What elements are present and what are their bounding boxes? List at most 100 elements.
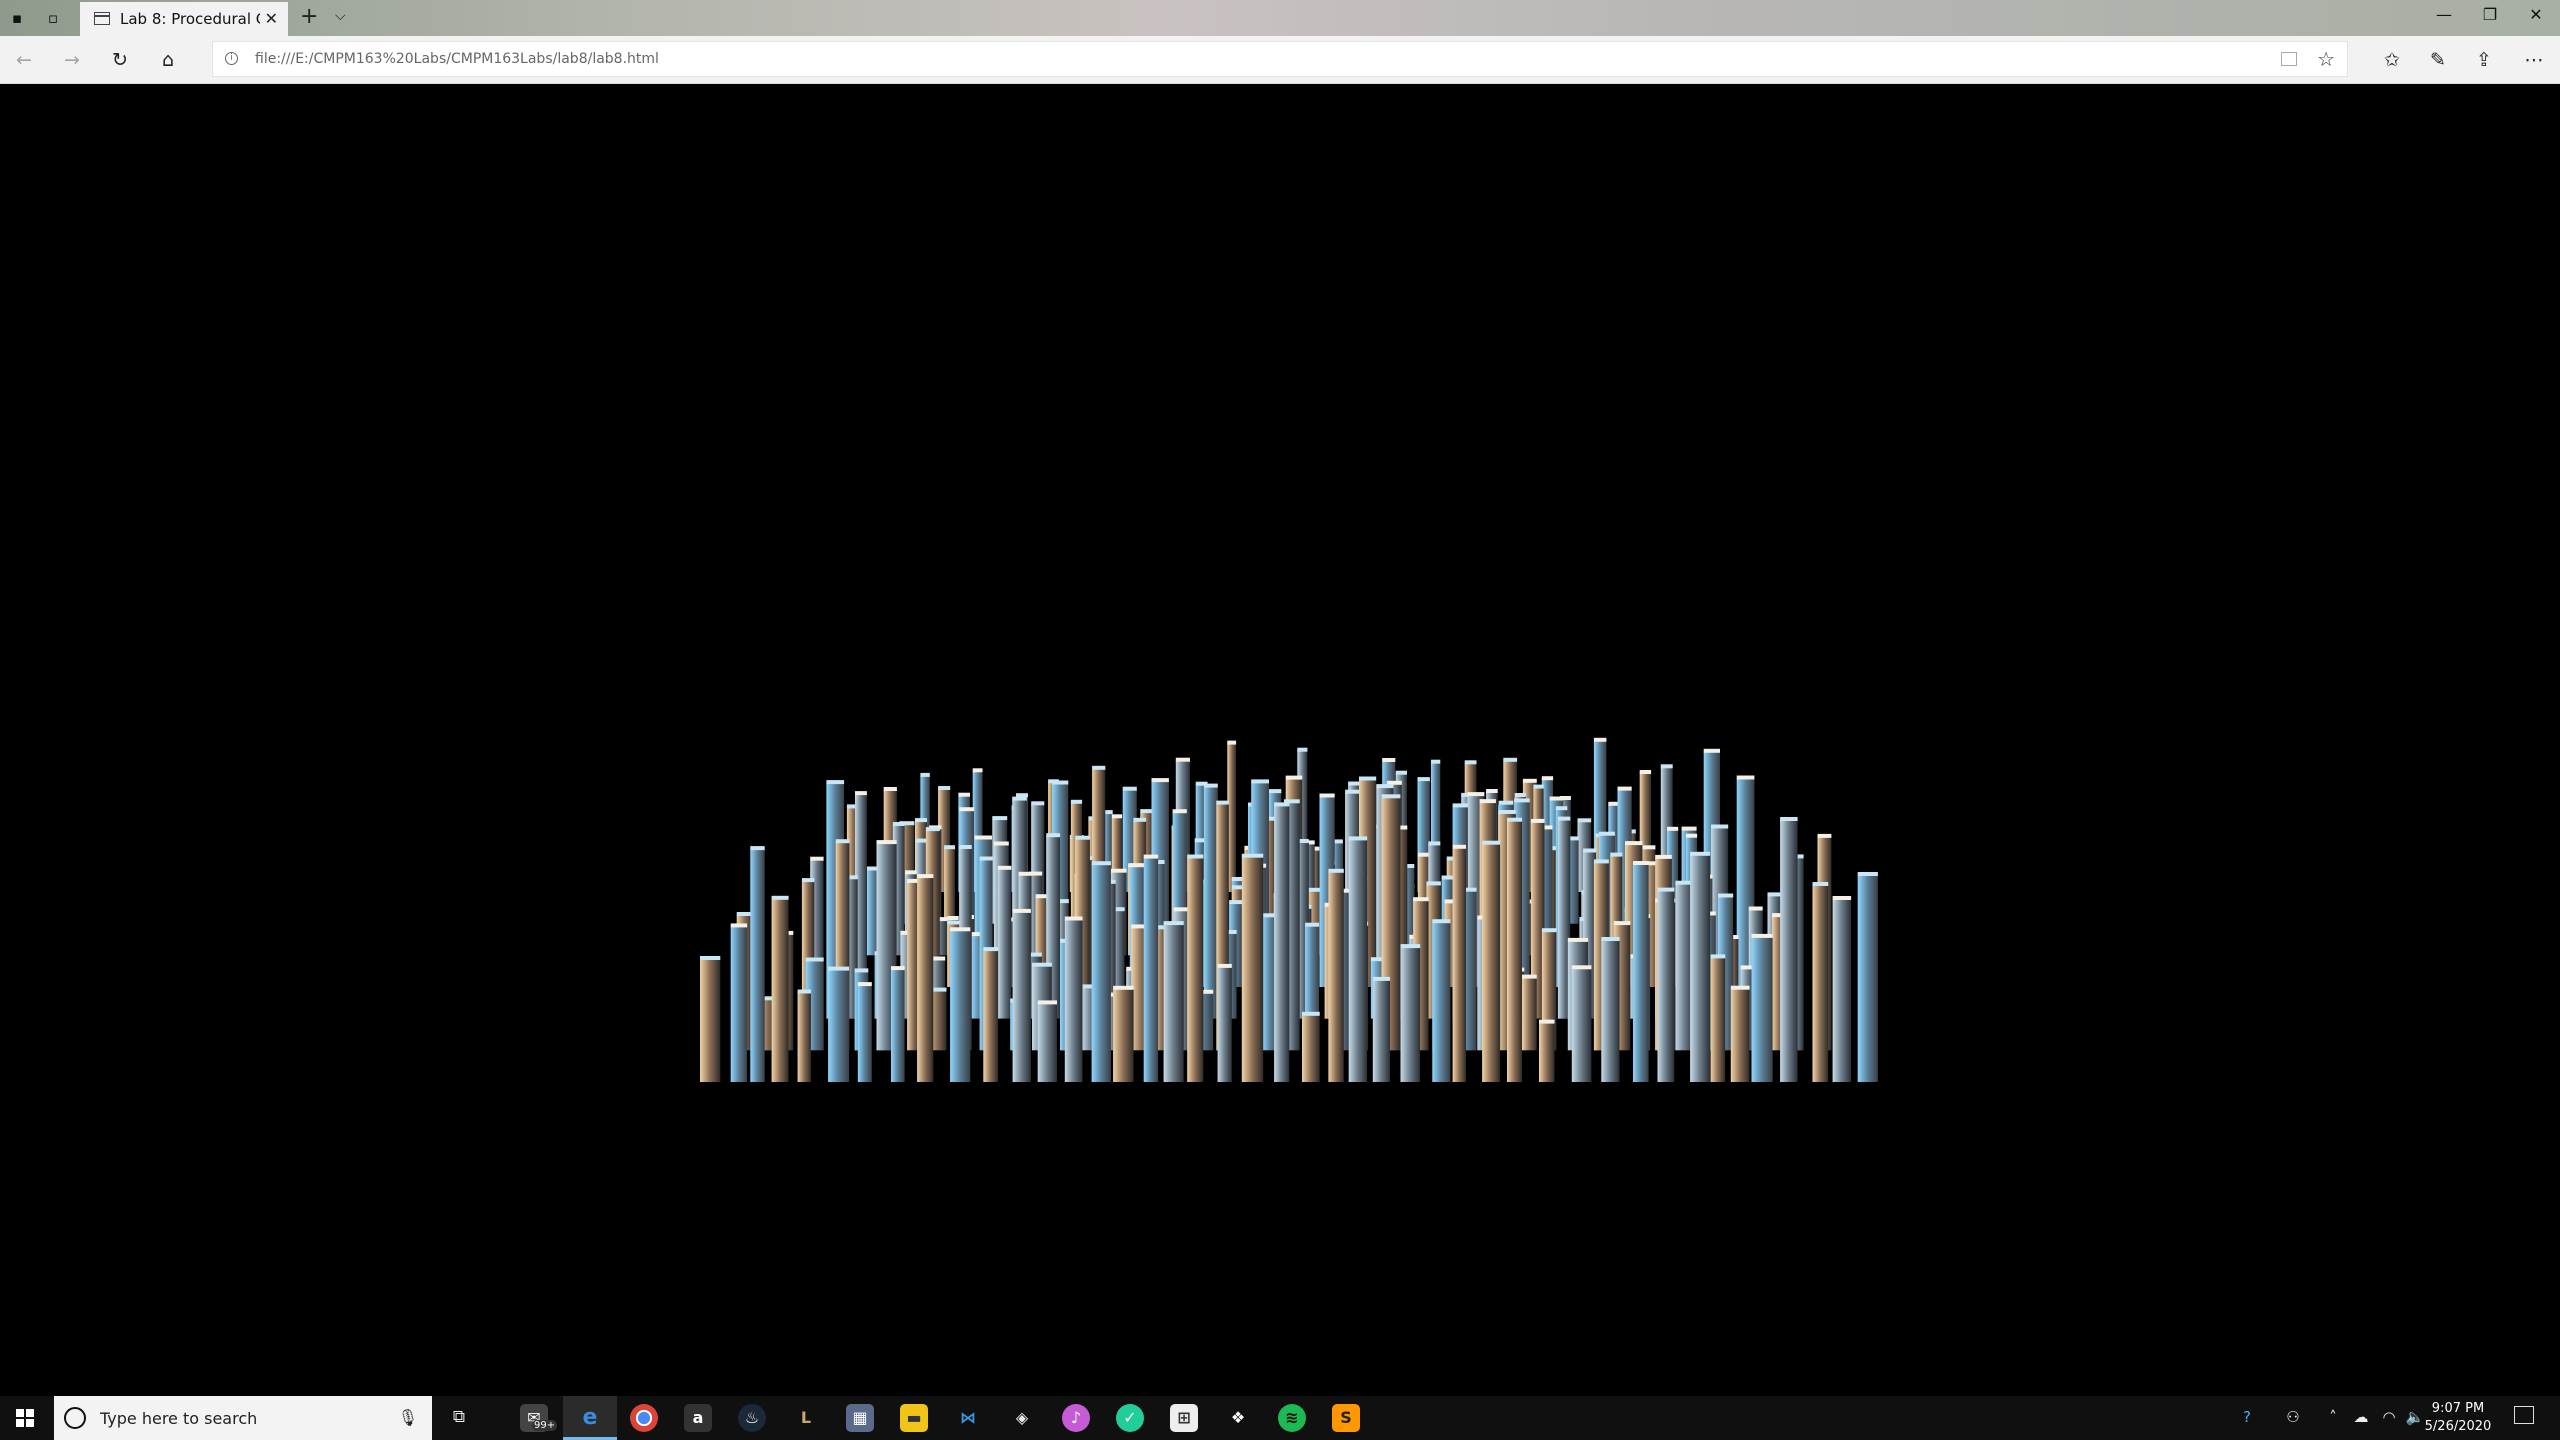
city-building (730, 926, 748, 1082)
address-bar[interactable]: i file:///E:/CMPM163%20Labs/CMPM163Labs/… (212, 41, 2348, 77)
city-building-roof (1251, 779, 1269, 784)
city-building-roof (1297, 747, 1308, 752)
close-window-icon[interactable]: ✕ (2526, 5, 2546, 24)
city-building-roof (1113, 985, 1134, 990)
city-building (1507, 820, 1522, 1082)
pen-icon[interactable]: ✎ (2424, 46, 2452, 74)
task-view-icon[interactable]: ⧉ (448, 1407, 470, 1427)
city-building-roof (1555, 806, 1568, 811)
city-building-roof (1012, 796, 1027, 801)
microphone-icon[interactable]: 🎙 (398, 1408, 418, 1427)
webgl-canvas[interactable] (0, 84, 2560, 1396)
share-icon[interactable]: ⇪ (2470, 46, 2498, 74)
city-building-roof (959, 845, 972, 849)
restore-icon[interactable]: ❐ (2480, 5, 2500, 24)
city-building-roof (1110, 868, 1127, 873)
steam-icon[interactable]: ♨ (738, 1404, 766, 1432)
people-icon[interactable]: ⚇ (2282, 1408, 2304, 1426)
city-building (857, 985, 872, 1082)
sublime-icon[interactable]: S (1332, 1404, 1360, 1432)
city-building-roof (915, 818, 927, 823)
city-building-roof (1122, 786, 1137, 791)
clock-date: 5/26/2020 (2424, 1419, 2492, 1434)
city-building-roof (938, 786, 951, 790)
city-building-roof (1400, 944, 1421, 949)
city-building-roof (958, 792, 970, 797)
calendar-icon[interactable]: ▦ (846, 1404, 874, 1432)
taskbar-search[interactable]: Type here to search 🎙 (54, 1396, 432, 1440)
city-building-roof (992, 816, 1008, 821)
info-icon[interactable]: i (225, 52, 238, 65)
city-building-roof (1143, 854, 1159, 859)
notification-icon[interactable] (2514, 1406, 2534, 1424)
unity-icon[interactable]: ◈ (1008, 1404, 1036, 1432)
city-building-roof (1372, 976, 1390, 981)
new-tab-icon[interactable]: + (300, 4, 318, 29)
city-building (1091, 864, 1111, 1082)
forward-icon[interactable]: → (58, 46, 86, 74)
city-building (1751, 936, 1773, 1082)
city-building-roof (797, 989, 811, 994)
wifi-icon[interactable]: ◠ (2378, 1408, 2400, 1426)
city-building-roof (1711, 824, 1729, 829)
close-tab-icon[interactable]: ✕ (265, 9, 278, 28)
city-building-roof (854, 968, 869, 973)
chevron-up-icon[interactable]: ˄ (2322, 1408, 2344, 1426)
search-placeholder[interactable]: Type here to search (100, 1409, 257, 1428)
reading-view-icon[interactable] (2281, 52, 2297, 66)
city-building-roof (917, 874, 934, 879)
city-building-roof (1441, 875, 1454, 880)
city-building (1657, 890, 1675, 1082)
more-icon[interactable]: ⋯ (2520, 46, 2548, 74)
tab-preview-icon[interactable]: ▫ (44, 9, 62, 27)
city-building-roof (1452, 803, 1468, 808)
music-app-icon[interactable]: ♪ (1062, 1404, 1090, 1432)
city-building-roof (1417, 777, 1430, 782)
start-icon[interactable] (16, 1409, 34, 1427)
city-building (1163, 924, 1184, 1082)
chrome-icon[interactable] (630, 1404, 658, 1432)
refresh-icon[interactable]: ↻ (106, 46, 134, 74)
city-building-roof (997, 865, 1012, 870)
edge-icon[interactable]: e (576, 1404, 604, 1432)
system-clock[interactable]: 9:07 PM 5/26/2020 (2420, 1400, 2496, 1436)
city-building-roof (1812, 882, 1829, 886)
tab-actions-icon[interactable]: ▪ (8, 9, 26, 27)
city-building (1012, 911, 1031, 1082)
home-icon[interactable]: ⌂ (154, 46, 182, 74)
chevron-down-icon[interactable]: ⌵ (335, 8, 346, 24)
city-building-roof (1187, 854, 1204, 859)
file-explorer-icon[interactable]: ▬ (900, 1404, 928, 1432)
back-icon[interactable]: ← (10, 46, 38, 74)
store-icon[interactable]: ⊞ (1170, 1404, 1198, 1432)
city-building-roof (891, 966, 905, 971)
browser-tab[interactable]: Lab 8: Procedural Gener ✕ (80, 2, 288, 36)
robinhood-icon[interactable]: ✓ (1116, 1404, 1144, 1432)
star-icon[interactable]: ☆ (2317, 47, 2335, 71)
city-building-roof (892, 822, 905, 826)
city-building-roof (1037, 1000, 1057, 1005)
city-building-roof (1703, 748, 1720, 753)
city-building-roof (944, 845, 955, 850)
favorites-icon[interactable]: ✩ (2378, 46, 2406, 74)
onedrive-icon[interactable]: ☁ (2350, 1408, 2372, 1426)
city-building (1633, 864, 1649, 1082)
city-building-roof (1657, 887, 1675, 892)
url-text[interactable]: file:///E:/CMPM163%20Labs/CMPM163Labs/la… (255, 51, 659, 67)
city-building-roof (1539, 1019, 1555, 1024)
minimize-icon[interactable]: — (2434, 5, 2454, 24)
city-building-roof (1285, 775, 1303, 780)
amazon-icon[interactable]: a (684, 1404, 712, 1432)
spotify-icon[interactable]: ≋ (1278, 1404, 1306, 1432)
city-building-roof (1175, 757, 1190, 762)
league-icon[interactable]: L (792, 1404, 820, 1432)
city-building-roof (1031, 801, 1045, 806)
city-building-roof (876, 840, 897, 845)
city-building-roof (1514, 798, 1530, 803)
help-icon[interactable]: ? (2236, 1408, 2258, 1426)
city-building-roof (857, 982, 872, 987)
city-building (1539, 1022, 1555, 1082)
city-building-roof (855, 791, 867, 796)
visual-studio-icon[interactable]: ⋈ (954, 1404, 982, 1432)
dropbox-icon[interactable]: ❖ (1224, 1404, 1252, 1432)
